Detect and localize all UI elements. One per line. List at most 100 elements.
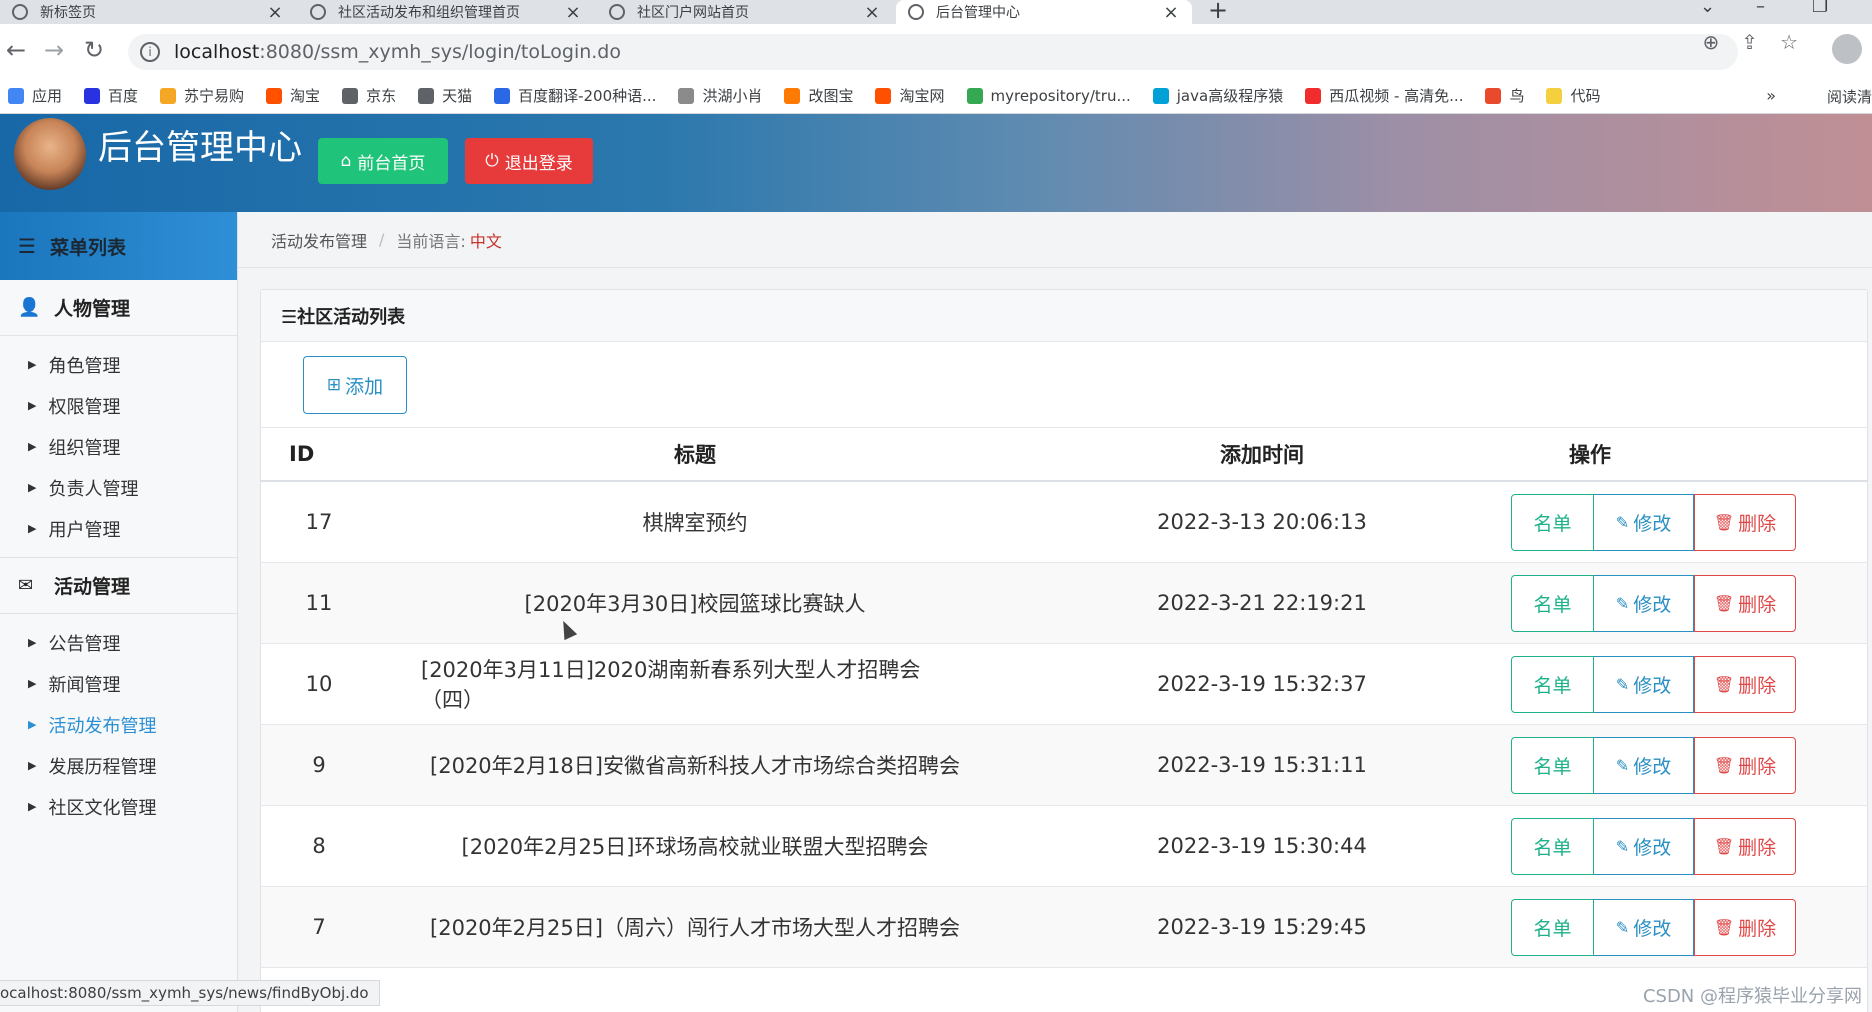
forward-icon[interactable]: → xyxy=(44,36,64,64)
list-button-label: 名单 xyxy=(1533,594,1572,616)
sidebar-item-roles[interactable]: ▶ 角色管理 xyxy=(0,344,237,385)
home-button[interactable]: ⌂ 前台首页 xyxy=(318,138,448,184)
bookmark-item[interactable]: 洪湖小肖 xyxy=(678,85,762,106)
add-button[interactable]: ⊞ 添加 xyxy=(303,356,407,414)
column-header-time: 添加时间 xyxy=(1220,443,1304,467)
bookmark-item[interactable]: 应用 xyxy=(8,85,62,106)
profile-avatar[interactable] xyxy=(1832,34,1862,64)
zoom-icon[interactable]: ⊕ xyxy=(1703,30,1720,54)
envelope-icon: ✉ xyxy=(18,575,34,596)
delete-button[interactable]: 🗑 删除 xyxy=(1694,656,1796,713)
globe-icon xyxy=(609,4,625,20)
bookmark-item[interactable]: 鸟 xyxy=(1485,85,1524,106)
list-button[interactable]: 名单 xyxy=(1511,818,1594,875)
bookmark-item[interactable]: 代码 xyxy=(1546,85,1601,106)
bookmark-item[interactable]: 淘宝 xyxy=(266,85,320,106)
share-icon[interactable]: ⇪ xyxy=(1741,30,1758,54)
delete-button-label: 删除 xyxy=(1738,918,1777,940)
tab-community-portal[interactable]: 社区门户网站首页 × xyxy=(597,0,893,24)
sidebar-item-organizations[interactable]: ▶ 组织管理 xyxy=(0,426,237,467)
panel-title: ☰社区活动列表 xyxy=(261,290,1867,342)
logout-button[interactable]: ⏻ 退出登录 xyxy=(465,138,593,184)
bookmark-item[interactable]: 西瓜视频 - 高清免... xyxy=(1305,85,1463,106)
cell-time: 2022-3-19 15:31:11 xyxy=(1157,753,1367,777)
sidebar-item-permissions[interactable]: ▶ 权限管理 xyxy=(0,385,237,426)
bookmark-label: 鸟 xyxy=(1509,87,1525,105)
minimize-icon[interactable]: – xyxy=(1756,0,1765,17)
trash-icon: 🗑 xyxy=(1713,594,1735,613)
row-actions: 名单 ✎ 修改 🗑 删除 xyxy=(1511,899,1796,956)
back-icon[interactable]: ← xyxy=(6,36,26,64)
bookmark-label: 改图宝 xyxy=(808,87,854,105)
list-button[interactable]: 名单 xyxy=(1511,494,1594,551)
bookmark-item[interactable]: java高级程序猿 xyxy=(1152,85,1283,106)
edit-button-label: 修改 xyxy=(1633,918,1672,940)
menu-title: 菜单列表 xyxy=(49,236,126,259)
bookmark-icon xyxy=(342,87,359,104)
reading-list-button[interactable]: 阅读清 xyxy=(1827,86,1872,107)
edit-button[interactable]: ✎ 修改 xyxy=(1594,656,1694,713)
url-input[interactable]: i localhost:8080/ssm_xymh_sys/login/toLo… xyxy=(128,34,1738,70)
close-icon[interactable]: × xyxy=(564,2,582,23)
tab-title: 新标签页 xyxy=(40,5,96,21)
close-icon[interactable]: × xyxy=(266,2,284,23)
bookmark-icon xyxy=(875,87,892,104)
list-button[interactable]: 名单 xyxy=(1511,737,1594,794)
bookmark-item[interactable]: 百度翻译-200种语... xyxy=(494,85,656,106)
restore-icon[interactable]: ❐ xyxy=(1812,0,1828,17)
sidebar-item-leaders[interactable]: ▶ 负责人管理 xyxy=(0,467,237,508)
delete-button[interactable]: 🗑 删除 xyxy=(1694,737,1796,794)
list-button[interactable]: 名单 xyxy=(1511,899,1594,956)
bookmarks-more-button[interactable]: » xyxy=(1766,86,1776,105)
edit-icon: ✎ xyxy=(1615,513,1630,532)
delete-button[interactable]: 🗑 删除 xyxy=(1694,494,1796,551)
edit-button-label: 修改 xyxy=(1633,513,1672,535)
edit-button[interactable]: ✎ 修改 xyxy=(1594,494,1694,551)
tab-community-admin[interactable]: 社区活动发布和组织管理首页 × xyxy=(298,0,594,24)
sidebar-item-news[interactable]: ▶ 新闻管理 xyxy=(0,663,237,704)
bookmarks-bar: 应用 百度 苏宁易购 淘宝 京东 天猫 百度翻译-200种语... 洪湖小肖 改图宝 淘宝网 myr… xyxy=(0,78,1872,114)
chevron-down-icon[interactable]: ⌄ xyxy=(1700,0,1715,17)
bookmark-label: 天猫 xyxy=(442,87,473,105)
bookmark-item[interactable]: 京东 xyxy=(342,85,396,106)
sidebar-group-activities[interactable]: ✉ 活动管理 xyxy=(0,558,237,614)
bookmark-item[interactable]: 改图宝 xyxy=(784,85,853,106)
delete-button[interactable]: 🗑 删除 xyxy=(1694,899,1796,956)
close-icon[interactable]: × xyxy=(863,2,881,23)
info-icon[interactable]: i xyxy=(140,42,160,62)
bookmark-icon xyxy=(1546,87,1563,104)
sidebar-group-people[interactable]: 👤 人物管理 xyxy=(0,280,237,336)
sidebar-item-culture[interactable]: ▶ 社区文化管理 xyxy=(0,786,237,827)
sidebar-item-history[interactable]: ▶ 发展历程管理 xyxy=(0,745,237,786)
tab-newtab[interactable]: 新标签页 × xyxy=(0,0,296,24)
globe-icon xyxy=(908,4,924,20)
reload-icon[interactable]: ↻ xyxy=(84,36,104,64)
bookmark-icon xyxy=(784,87,801,104)
bookmark-item[interactable]: myrepository/tru... xyxy=(966,86,1131,105)
bookmark-item[interactable]: 天猫 xyxy=(418,85,472,106)
close-icon[interactable]: × xyxy=(1162,2,1180,23)
bookmark-item[interactable]: 淘宝网 xyxy=(875,85,945,106)
sidebar-item-activity-publish[interactable]: ▶ 活动发布管理 xyxy=(0,704,237,745)
plus-square-icon: ⊞ xyxy=(326,375,342,395)
new-tab-button[interactable]: + xyxy=(1208,0,1228,24)
power-icon: ⏻ xyxy=(485,151,499,171)
star-icon[interactable]: ☆ xyxy=(1780,30,1798,54)
bookmark-icon xyxy=(1485,87,1502,104)
sidebar-item-users[interactable]: ▶ 用户管理 xyxy=(0,508,237,549)
edit-button[interactable]: ✎ 修改 xyxy=(1594,899,1694,956)
delete-button[interactable]: 🗑 删除 xyxy=(1694,575,1796,632)
bookmark-item[interactable]: 苏宁易购 xyxy=(160,85,244,106)
bookmark-label: myrepository/tru... xyxy=(990,86,1131,105)
bookmark-item[interactable]: 百度 xyxy=(84,85,138,106)
delete-button-label: 删除 xyxy=(1738,594,1777,616)
list-button[interactable]: 名单 xyxy=(1511,656,1594,713)
tab-admin-center[interactable]: 后台管理中心 × xyxy=(896,0,1192,24)
delete-button[interactable]: 🗑 删除 xyxy=(1694,818,1796,875)
list-button[interactable]: 名单 xyxy=(1511,575,1594,632)
language-value[interactable]: 中文 xyxy=(470,228,502,252)
edit-button[interactable]: ✎ 修改 xyxy=(1594,737,1694,794)
edit-button[interactable]: ✎ 修改 xyxy=(1594,575,1694,632)
sidebar-item-notices[interactable]: ▶ 公告管理 xyxy=(0,622,237,663)
edit-button[interactable]: ✎ 修改 xyxy=(1594,818,1694,875)
